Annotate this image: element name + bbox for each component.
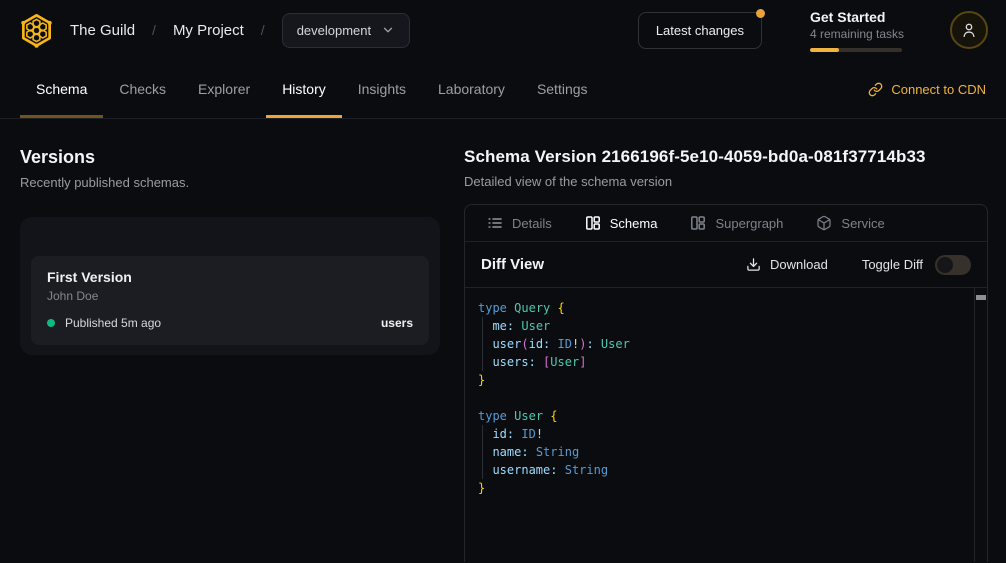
header-actions: Latest changes Get Started 4 remaining t… xyxy=(638,8,988,52)
get-started-title: Get Started xyxy=(810,8,902,26)
target-selector-dropdown[interactable]: development xyxy=(282,13,410,48)
nav-tab-settings[interactable]: Settings xyxy=(521,60,604,118)
version-author: John Doe xyxy=(47,289,413,303)
connect-to-cdn-label: Connect to CDN xyxy=(891,82,986,97)
hive-logo-icon[interactable] xyxy=(18,12,55,49)
diff-view-title: Diff View xyxy=(481,256,544,273)
breadcrumb-separator: / xyxy=(261,22,265,38)
toggle-diff-label: Toggle Diff xyxy=(862,257,923,272)
version-name: First Version xyxy=(47,269,413,285)
code-line: me: User xyxy=(478,317,961,335)
code-line: type User { xyxy=(478,407,961,425)
service-name-badge: users xyxy=(381,316,413,330)
tab-supergraph[interactable]: Supergraph xyxy=(690,215,783,231)
diff-view-toolbar: Diff View Download xyxy=(465,242,987,288)
app-window: The Guild / My Project / development Lat… xyxy=(0,0,1006,563)
chevron-down-icon xyxy=(381,23,395,37)
progress-fill xyxy=(810,48,839,52)
download-button[interactable]: Download xyxy=(746,257,828,272)
code-line xyxy=(478,389,961,407)
version-status: Published 5m ago xyxy=(65,316,161,330)
tab-schema-label: Schema xyxy=(610,216,658,231)
schema-version-subtitle: Detailed view of the schema version xyxy=(464,174,988,189)
cube-icon xyxy=(816,215,832,231)
diff-view-actions: Download Toggle Diff xyxy=(746,255,971,275)
tab-details-label: Details xyxy=(512,216,552,231)
code-scrollbar-thumb[interactable] xyxy=(976,295,986,300)
breadcrumb: The Guild / My Project / development xyxy=(70,13,410,48)
target-selector-value: development xyxy=(297,23,371,38)
tab-service-label: Service xyxy=(841,216,884,231)
connect-to-cdn-link[interactable]: Connect to CDN xyxy=(868,60,986,118)
schema-version-title: Schema Version 2166196f-5e10-4059-bd0a-0… xyxy=(464,147,988,167)
schema-detail-panel: Details Schema xyxy=(464,204,988,562)
nav-tab-explorer[interactable]: Explorer xyxy=(182,60,266,118)
versions-list-card: First Version John Doe Published 5m ago … xyxy=(20,217,440,355)
get-started-widget[interactable]: Get Started 4 remaining tasks xyxy=(810,8,902,52)
main-nav: Schema Checks Explorer History Insights … xyxy=(0,60,1006,119)
nav-tab-checks[interactable]: Checks xyxy=(103,60,182,118)
user-icon xyxy=(960,21,978,39)
panels-icon xyxy=(690,215,706,231)
tab-schema[interactable]: Schema xyxy=(585,215,658,231)
user-avatar-button[interactable] xyxy=(950,11,988,49)
tab-service[interactable]: Service xyxy=(816,215,884,231)
code-block: type Query { me: User user(id: ID!): Use… xyxy=(465,288,987,508)
link-icon xyxy=(868,82,883,97)
version-status-row: Published 5m ago users xyxy=(47,316,413,330)
published-status-dot xyxy=(47,319,55,327)
notification-dot xyxy=(756,9,765,18)
list-icon xyxy=(487,215,503,231)
code-line: type Query { xyxy=(478,299,961,317)
get-started-subtitle: 4 remaining tasks xyxy=(810,26,902,42)
code-line: } xyxy=(478,371,961,389)
code-line: id: ID! xyxy=(478,425,961,443)
panels-icon xyxy=(585,215,601,231)
nav-tab-schema[interactable]: Schema xyxy=(20,60,103,118)
breadcrumb-org[interactable]: The Guild xyxy=(70,22,135,39)
toggle-diff-switch[interactable] xyxy=(935,255,971,275)
tab-supergraph-label: Supergraph xyxy=(715,216,783,231)
code-scrollbar[interactable] xyxy=(974,288,987,562)
get-started-progress-track xyxy=(810,48,902,52)
code-line: name: String xyxy=(478,443,961,461)
breadcrumb-project[interactable]: My Project xyxy=(173,22,244,39)
nav-tab-history[interactable]: History xyxy=(266,60,342,118)
sdl-code-viewer: type Query { me: User user(id: ID!): Use… xyxy=(465,288,987,562)
code-line: users: [User] xyxy=(478,353,961,371)
breadcrumb-separator: / xyxy=(152,22,156,38)
code-line: user(id: ID!): User xyxy=(478,335,961,353)
latest-changes-label: Latest changes xyxy=(656,23,744,38)
schema-version-detail: Schema Version 2166196f-5e10-4059-bd0a-0… xyxy=(464,119,1006,562)
schema-detail-tabs: Details Schema xyxy=(465,205,987,242)
code-line: username: String xyxy=(478,461,961,479)
versions-subtitle: Recently published schemas. xyxy=(20,175,440,190)
top-header: The Guild / My Project / development Lat… xyxy=(0,0,1006,60)
nav-tab-laboratory[interactable]: Laboratory xyxy=(422,60,521,118)
download-label: Download xyxy=(770,257,828,272)
download-icon xyxy=(746,257,761,272)
latest-changes-button[interactable]: Latest changes xyxy=(638,12,762,49)
version-list-item[interactable]: First Version John Doe Published 5m ago … xyxy=(31,256,429,345)
versions-title: Versions xyxy=(20,147,440,168)
content-area: Versions Recently published schemas. Fir… xyxy=(0,119,1006,562)
tab-details[interactable]: Details xyxy=(487,215,552,231)
toggle-diff-knob xyxy=(937,257,953,273)
code-line: } xyxy=(478,479,961,497)
nav-tab-insights[interactable]: Insights xyxy=(342,60,422,118)
versions-sidebar: Versions Recently published schemas. Fir… xyxy=(0,119,464,562)
